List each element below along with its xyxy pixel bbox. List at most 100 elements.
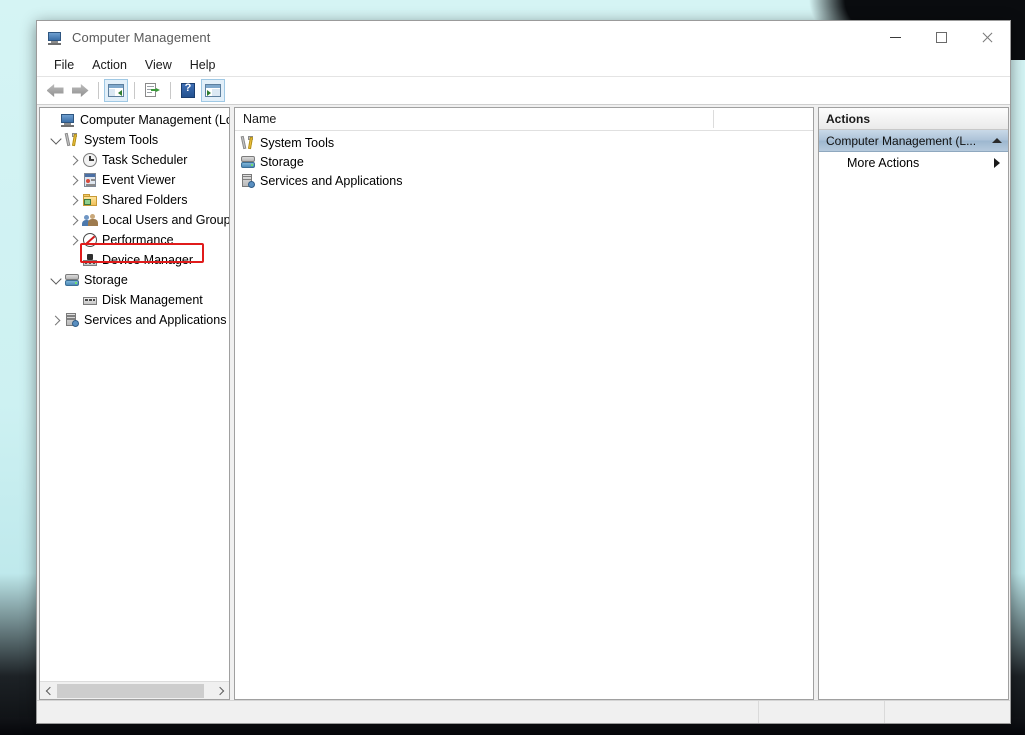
twisty-collapsed-icon[interactable] xyxy=(48,312,64,328)
tree-item-label: Local Users and Groups xyxy=(102,213,229,227)
tree-item-label: Services and Applications xyxy=(84,313,227,327)
list-item[interactable]: Storage xyxy=(235,152,813,171)
column-header-name[interactable]: Name xyxy=(235,108,714,130)
tree-item-label: Storage xyxy=(84,273,128,287)
minimize-icon xyxy=(889,36,901,38)
console-tree-icon xyxy=(106,81,126,100)
export-list-icon xyxy=(142,81,162,100)
toolbar-separator xyxy=(98,82,99,99)
tree-item-disk-management[interactable]: Disk Management xyxy=(40,290,229,310)
list-item[interactable]: Services and Applications xyxy=(235,171,813,190)
window-title: Computer Management xyxy=(72,30,211,45)
disk-management-icon xyxy=(82,292,98,308)
list-item-label: System Tools xyxy=(260,135,335,150)
show-hide-action-pane-button[interactable] xyxy=(201,79,225,102)
storage-icon xyxy=(240,154,256,170)
twisty-placeholder xyxy=(66,292,82,308)
show-hide-console-tree-button[interactable] xyxy=(104,79,128,102)
tree-item-label: System Tools xyxy=(84,133,159,147)
back-button[interactable] xyxy=(43,79,67,102)
tree-item-device-manager[interactable]: Device Manager xyxy=(40,250,229,270)
status-cell xyxy=(758,701,884,723)
status-bar xyxy=(37,700,1010,723)
maximize-button[interactable] xyxy=(918,21,964,53)
tree-item-label: Device Manager xyxy=(102,253,194,267)
twisty-expanded-icon[interactable] xyxy=(48,272,64,288)
actions-pane: Actions Computer Management (L... More A… xyxy=(818,107,1009,700)
actions-group-label: Computer Management (L... xyxy=(826,133,977,148)
arrow-back-icon xyxy=(46,84,64,97)
scroll-right-button[interactable] xyxy=(212,682,229,699)
triangle-up-icon[interactable] xyxy=(992,138,1002,143)
scrollbar-track[interactable] xyxy=(57,682,212,699)
tree-item-label: Shared Folders xyxy=(102,193,188,207)
action-label: More Actions xyxy=(847,156,920,170)
device-manager-icon xyxy=(82,252,98,268)
tree-item-shared-folders[interactable]: Shared Folders xyxy=(40,190,229,210)
tree-item-task-scheduler[interactable]: Task Scheduler xyxy=(40,150,229,170)
chevron-left-icon xyxy=(45,686,54,695)
results-pane: Name System Tools Storage Services and A… xyxy=(234,107,814,700)
status-cell xyxy=(884,701,1010,723)
tree-item-label: Event Viewer xyxy=(102,173,176,187)
menu-help[interactable]: Help xyxy=(181,56,225,74)
task-scheduler-icon xyxy=(82,152,98,168)
tree-item-local-users-and-groups[interactable]: Local Users and Groups xyxy=(40,210,229,230)
action-more-actions[interactable]: More Actions xyxy=(819,152,1008,174)
tree-item-storage[interactable]: Storage xyxy=(40,270,229,290)
twisty-collapsed-icon[interactable] xyxy=(66,232,82,248)
action-pane-icon xyxy=(203,81,223,100)
tree-item-label: Computer Management (Local xyxy=(80,113,229,127)
twisty-placeholder xyxy=(66,252,82,268)
twisty-collapsed-icon[interactable] xyxy=(66,152,82,168)
menu-action[interactable]: Action xyxy=(83,56,136,74)
help-button[interactable]: ? xyxy=(176,79,200,102)
tree-item-label: Performance xyxy=(102,233,174,247)
list-item[interactable]: System Tools xyxy=(235,133,813,152)
tree-item-label: Task Scheduler xyxy=(102,153,188,167)
status-message xyxy=(37,701,758,723)
tree-item-services-and-applications[interactable]: Services and Applications xyxy=(40,310,229,330)
scrollbar-thumb[interactable] xyxy=(57,683,204,698)
menu-file[interactable]: File xyxy=(45,56,83,74)
tree-item-performance[interactable]: Performance xyxy=(40,230,229,250)
toolbar: ? xyxy=(37,77,1010,105)
chevron-right-icon xyxy=(215,686,224,695)
tree-horizontal-scrollbar[interactable] xyxy=(40,681,229,699)
system-tools-icon xyxy=(64,132,80,148)
triangle-right-icon xyxy=(994,158,1000,168)
close-button[interactable] xyxy=(964,21,1010,53)
tree-item-computer-management-root[interactable]: Computer Management (Local xyxy=(40,110,229,130)
console-tree-pane: Computer Management (Local System Tools … xyxy=(39,107,230,700)
computer-management-icon xyxy=(47,30,63,46)
storage-icon xyxy=(64,272,80,288)
tree-item-system-tools[interactable]: System Tools xyxy=(40,130,229,150)
menu-view[interactable]: View xyxy=(136,56,181,74)
services-and-applications-icon xyxy=(240,173,256,189)
forward-button[interactable] xyxy=(68,79,92,102)
twisty-expanded-icon[interactable] xyxy=(48,132,64,148)
arrow-forward-icon xyxy=(71,84,89,97)
tree-item-event-viewer[interactable]: Event Viewer xyxy=(40,170,229,190)
export-list-button[interactable] xyxy=(140,79,164,102)
shared-folders-icon xyxy=(82,192,98,208)
list-rows: System Tools Storage Services and Applic… xyxy=(235,131,813,699)
actions-group-header[interactable]: Computer Management (L... xyxy=(819,130,1008,152)
menu-bar: File Action View Help xyxy=(37,54,1010,77)
twisty-collapsed-icon[interactable] xyxy=(66,212,82,228)
title-bar: Computer Management xyxy=(37,21,1010,54)
help-question-icon: ? xyxy=(178,81,198,100)
twisty-collapsed-icon[interactable] xyxy=(66,192,82,208)
scroll-left-button[interactable] xyxy=(40,682,57,699)
event-viewer-icon xyxy=(82,172,98,188)
toolbar-separator xyxy=(170,82,171,99)
minimize-button[interactable] xyxy=(872,21,918,53)
close-icon xyxy=(981,31,994,44)
system-tools-icon xyxy=(240,135,256,151)
twisty-collapsed-icon[interactable] xyxy=(66,172,82,188)
actions-pane-title: Actions xyxy=(819,108,1008,130)
main-body: Computer Management (Local System Tools … xyxy=(37,105,1010,700)
list-item-label: Storage xyxy=(260,154,304,169)
tree-scroll-area: Computer Management (Local System Tools … xyxy=(40,108,229,681)
local-users-and-groups-icon xyxy=(82,212,98,228)
